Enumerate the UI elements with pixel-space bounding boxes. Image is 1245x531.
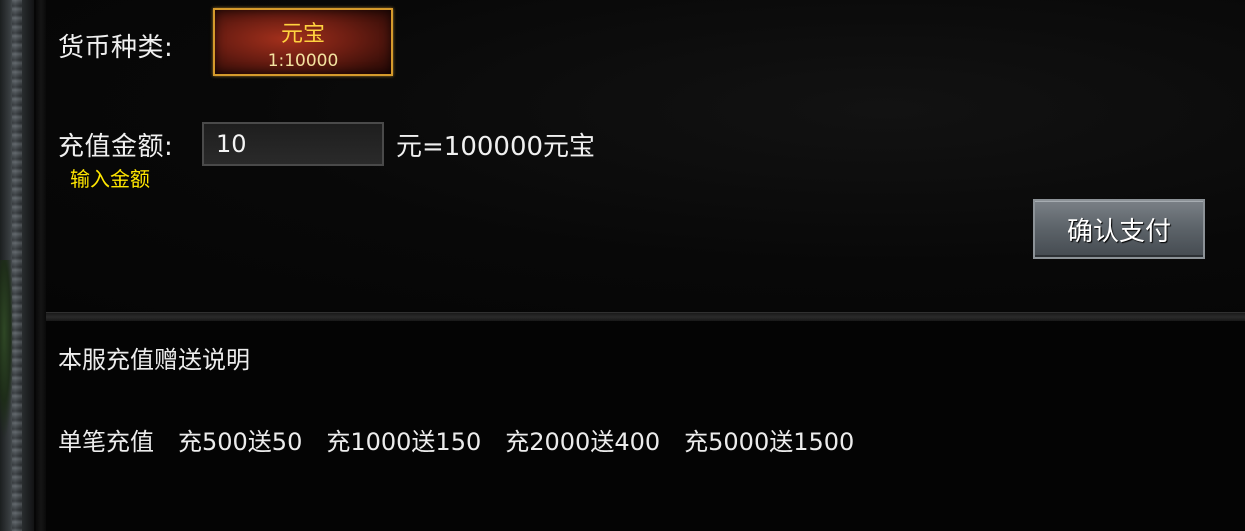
currency-option-name: 元宝 xyxy=(280,22,325,47)
bonus-tiers-row: 单笔充值 充500送50 充1000送150 充2000送400 充5000送1… xyxy=(58,422,878,457)
left-ornate-border xyxy=(0,0,34,531)
amount-input-hint: 输入金额 xyxy=(70,167,150,191)
confirm-payment-button[interactable]: 确认支付 xyxy=(1033,199,1205,259)
recharge-amount-label: 充值金额: xyxy=(58,132,174,162)
bonus-tier: 充1000送150 xyxy=(326,428,482,456)
currency-option-yuanbao[interactable]: 元宝 1:10000 xyxy=(213,8,393,76)
bonus-tier: 充5000送1500 xyxy=(684,428,855,456)
vine-decoration xyxy=(0,260,14,440)
vertical-divider xyxy=(36,0,46,531)
bonus-lead-label: 单笔充值 xyxy=(58,428,154,456)
conversion-text: 元=100000元宝 xyxy=(396,132,596,162)
amount-input[interactable] xyxy=(202,122,384,166)
recharge-window: 货币种类: 元宝 1:10000 充值金额: 输入金额 元=100000元宝 确… xyxy=(0,0,1245,531)
bonus-tier: 充2000送400 xyxy=(505,428,661,456)
currency-option-rate: 1:10000 xyxy=(267,51,339,71)
currency-type-label: 货币种类: xyxy=(58,33,174,63)
bonus-section-title: 本服充值赠送说明 xyxy=(58,346,250,374)
bonus-tier: 充500送50 xyxy=(178,428,303,456)
